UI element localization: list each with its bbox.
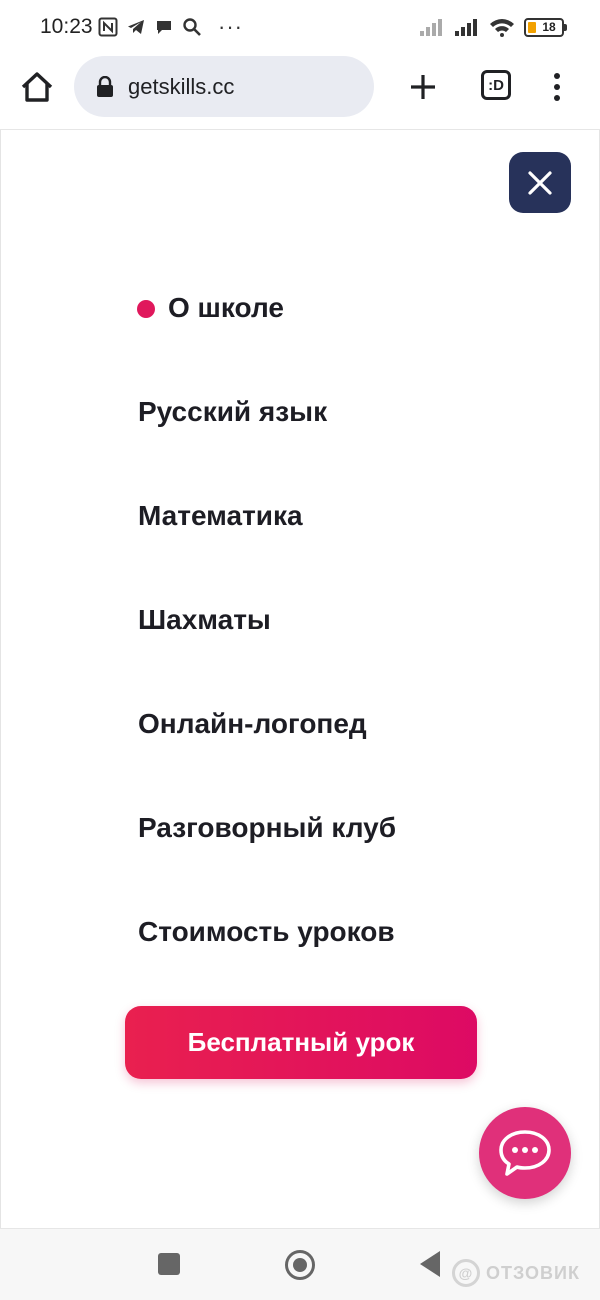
free-lesson-button[interactable]: Бесплатный урок (125, 1006, 477, 1079)
status-icons-right: 18 (419, 14, 567, 40)
nav-item-chess[interactable]: Шахматы (138, 604, 271, 636)
close-menu-button[interactable] (509, 152, 571, 213)
more-icon: ··· (218, 14, 243, 39)
wifi-icon (490, 19, 514, 37)
home-icon[interactable] (18, 68, 56, 106)
chat-bubble-icon (157, 21, 171, 34)
tabs-label: :D (488, 76, 504, 94)
chat-widget-button[interactable] (479, 1107, 571, 1199)
home-nav-icon[interactable] (285, 1250, 315, 1280)
nfc-icon (98, 17, 118, 37)
lock-icon (97, 75, 113, 97)
tabs-button[interactable]: :D (481, 70, 511, 100)
watermark: @ ОТЗОВИК (452, 1259, 580, 1287)
signal-icon (455, 19, 477, 36)
battery-level: 18 (542, 20, 556, 34)
nav-item-pricing[interactable]: Стоимость уроков (138, 916, 395, 948)
browser-toolbar: getskills.cc :D (0, 54, 600, 130)
chat-icon (499, 1130, 551, 1176)
recent-apps-icon[interactable] (158, 1253, 180, 1275)
nav-item-russian[interactable]: Русский язык (138, 396, 327, 428)
page-content: О школе Русский язык Математика Шахматы … (0, 130, 600, 1228)
system-nav-bar: @ ОТЗОВИК (0, 1228, 600, 1300)
search-icon (183, 18, 201, 36)
active-indicator-dot (137, 300, 155, 318)
nav-item-math[interactable]: Математика (138, 500, 303, 532)
address-bar[interactable]: getskills.cc (74, 56, 374, 117)
nav-item-speech-therapist[interactable]: Онлайн-логопед (138, 708, 367, 740)
url-text: getskills.cc (128, 73, 235, 99)
status-time: 10:23 (40, 15, 93, 38)
close-icon (528, 170, 552, 195)
battery-icon: 18 (524, 17, 567, 37)
watermark-logo-icon: @ (452, 1259, 480, 1287)
status-icons-left: ··· (98, 14, 243, 40)
browser-menu-icon[interactable] (548, 70, 566, 104)
status-bar: 10:23 ··· 18 (0, 0, 600, 54)
nav-item-about[interactable]: О школе (168, 292, 284, 324)
watermark-text: ОТЗОВИК (486, 1262, 580, 1283)
back-icon[interactable] (418, 1249, 442, 1279)
signal-icon (420, 19, 442, 36)
nav-item-speaking-club[interactable]: Разговорный клуб (138, 812, 396, 844)
telegram-icon (128, 20, 144, 34)
new-tab-icon[interactable] (406, 70, 440, 104)
